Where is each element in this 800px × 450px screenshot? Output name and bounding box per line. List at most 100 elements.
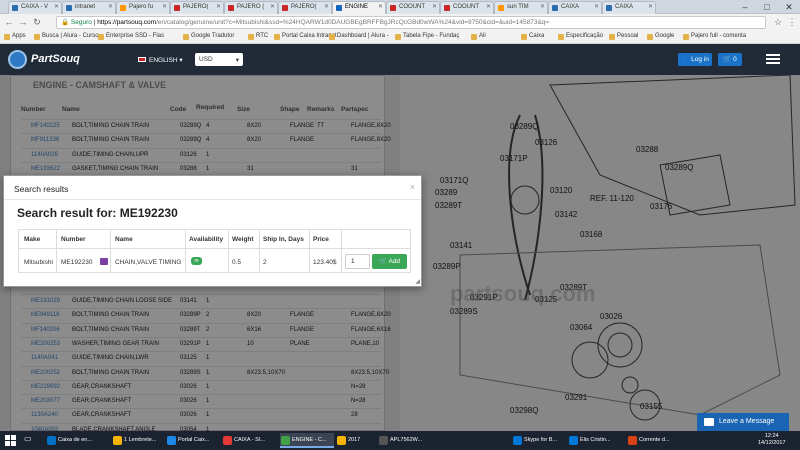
tab-close-icon[interactable]: ✕ <box>594 3 599 10</box>
result-weight: 0.5 <box>232 259 242 266</box>
bookmark-label: Enterprise SSD - Flas <box>106 33 165 39</box>
browser-tab[interactable]: intranet ✕ <box>62 1 116 14</box>
bookmark-item[interactable]: RTC <box>248 33 269 40</box>
taskbar-item[interactable]: Skype for B... <box>512 433 566 448</box>
close-icon[interactable]: × <box>410 182 415 192</box>
taskbar-item-label: 2017 <box>348 437 361 443</box>
language-selector[interactable]: ENGLISH ▾ <box>138 56 183 64</box>
quantity-input[interactable]: 1 <box>345 254 370 269</box>
system-clock[interactable]: 12:24 14/12/2017 <box>758 433 786 447</box>
taskbar-item[interactable]: APL7562W... <box>378 433 432 448</box>
tab-close-icon[interactable]: ✕ <box>216 3 221 10</box>
tab-label: PAJERO( <box>183 4 209 10</box>
minimize-button[interactable]: – <box>734 0 756 14</box>
browser-tab[interactable]: COOUNT ✕ <box>440 1 494 14</box>
currency-select[interactable]: USD ▾ <box>195 53 243 66</box>
bookmark-item[interactable]: Pessoal <box>609 33 639 40</box>
site-header: PartSouq ENGLISH ▾ USD ▾ 👤 Log in 🛒 0 <box>0 44 800 75</box>
browser-tab[interactable]: PAJERO( ✕ <box>170 1 224 14</box>
tab-close-icon[interactable]: ✕ <box>324 3 329 10</box>
task-view-icon[interactable]: ▭ <box>24 434 34 446</box>
browser-tab[interactable]: PAJERO (✕ <box>224 1 278 14</box>
tab-label: CAIXA <box>561 4 580 10</box>
col-header-ship-days: Ship In, Days <box>263 236 304 243</box>
taskbar-item[interactable]: Caixa de en... <box>46 433 100 448</box>
bookmark-item[interactable]: Tabela Fipe - Fundaç <box>395 33 459 40</box>
bookmark-item[interactable]: Portal Caixa Intranet <box>274 33 337 40</box>
taskbar-item-label: Elis Cristin... <box>580 437 611 443</box>
bookmark-item[interactable]: Apps <box>4 33 26 40</box>
tab-close-icon[interactable]: ✕ <box>486 3 491 10</box>
browser-tab[interactable]: sun TIM ✕ <box>494 1 548 14</box>
bookmark-item[interactable]: Caixa <box>521 33 544 40</box>
tab-favicon-icon <box>498 5 504 11</box>
camera-icon[interactable] <box>100 258 108 265</box>
tab-close-icon[interactable]: ✕ <box>108 3 113 10</box>
bookmark-item[interactable]: Enterprise SSD - Flas <box>98 33 165 40</box>
search-result-heading: Search result for: ME192230 <box>17 206 178 220</box>
bookmark-item[interactable]: Pajero full - comenta <box>683 33 746 40</box>
address-bar[interactable]: 🔒 Seguro | https://partsouq.com/en/catal… <box>56 16 766 29</box>
bookmark-item[interactable]: Dashboard | Alura - <box>329 33 389 40</box>
reload-icon[interactable]: ↻ <box>31 16 43 28</box>
taskbar-item[interactable]: Elis Cristin... <box>568 433 622 448</box>
browser-tab[interactable]: COOUNT ✕ <box>386 1 440 14</box>
hamburger-menu-icon[interactable] <box>766 54 780 64</box>
star-icon[interactable]: ☆ <box>772 16 784 28</box>
bookmark-label: Apps <box>12 33 26 39</box>
browser-tab[interactable]: ENGINE ✕ <box>332 1 386 14</box>
bookmark-icon <box>329 34 335 40</box>
tab-favicon-icon <box>444 5 450 11</box>
forward-icon[interactable]: → <box>17 16 29 28</box>
tab-close-icon[interactable]: ✕ <box>54 3 59 10</box>
availability-badge: m <box>191 257 202 265</box>
bookmark-label: Pessoal <box>617 33 639 39</box>
chat-icon <box>704 418 714 426</box>
bookmark-icon <box>558 34 564 40</box>
tab-close-icon[interactable]: ✕ <box>378 3 383 10</box>
col-header-weight: Weight <box>232 236 254 243</box>
browser-tab[interactable]: Pajero fu ✕ <box>116 1 170 14</box>
maximize-button[interactable]: □ <box>756 0 778 14</box>
browser-tab[interactable]: CAIXA - V ✕ <box>8 1 62 14</box>
tab-close-icon[interactable]: ✕ <box>648 3 653 10</box>
taskbar-item[interactable]: Corrente d... <box>627 433 681 448</box>
browser-tab[interactable]: CAIXA ✕ <box>602 1 656 14</box>
browser-tab[interactable]: PAJERO(✕ <box>278 1 332 14</box>
add-to-cart-button[interactable]: 🛒 Add <box>372 254 407 269</box>
taskbar-item[interactable]: Portal Caix... <box>166 433 220 448</box>
tab-label: CAIXA - V <box>21 4 49 10</box>
taskbar-item[interactable]: CAIXA - SI... <box>222 433 276 448</box>
tab-favicon-icon <box>336 5 342 11</box>
tab-close-icon[interactable]: ✕ <box>432 3 437 10</box>
bookmark-item[interactable]: Google <box>647 33 674 40</box>
partsouq-logo[interactable]: PartSouq <box>8 48 88 71</box>
browser-tab[interactable]: CAIXA ✕ <box>548 1 602 14</box>
bookmarks-bar: Apps Busca | Alura - Curso Enterprise SSD … <box>0 31 800 44</box>
language-label: ENGLISH <box>149 57 178 64</box>
login-button[interactable]: 👤 Log in <box>678 53 712 66</box>
bookmark-item[interactable]: Google Tradutor <box>183 33 234 40</box>
taskbar-item[interactable]: ENGINE - C... <box>280 433 334 448</box>
back-icon[interactable]: ← <box>3 16 15 28</box>
bookmark-label: RTC <box>256 33 269 39</box>
leave-message-button[interactable]: Leave a Message <box>697 413 789 431</box>
result-name: CHAIN,VALVE TIMING <box>115 259 182 266</box>
result-price: 123.40$ <box>313 259 337 266</box>
taskbar-item-label: CAIXA - SI... <box>234 437 265 443</box>
taskbar-item[interactable]: 1 Lembrete... <box>112 433 166 448</box>
resize-handle-icon[interactable]: ◢ <box>415 278 420 285</box>
cart-button[interactable]: 🛒 0 <box>718 53 742 66</box>
url-path: /en/catalog/genuine/unit?c=Mitsubishi&ss… <box>156 19 550 26</box>
close-window-button[interactable]: ✕ <box>778 0 800 14</box>
menu-dots-icon[interactable]: ⋮ <box>786 16 798 28</box>
taskbar-app-icon <box>337 436 346 445</box>
bookmark-item[interactable]: Busca | Alura - Curso <box>34 33 99 40</box>
tab-close-icon[interactable]: ✕ <box>540 3 545 10</box>
tab-close-icon[interactable]: ✕ <box>162 3 167 10</box>
leave-message-label: Leave a Message <box>719 418 775 425</box>
windows-start-icon[interactable] <box>5 435 16 446</box>
tab-close-icon[interactable]: ✕ <box>270 3 275 10</box>
bookmark-item[interactable]: Ali <box>471 33 486 40</box>
bookmark-item[interactable]: Especificação <box>558 33 603 40</box>
